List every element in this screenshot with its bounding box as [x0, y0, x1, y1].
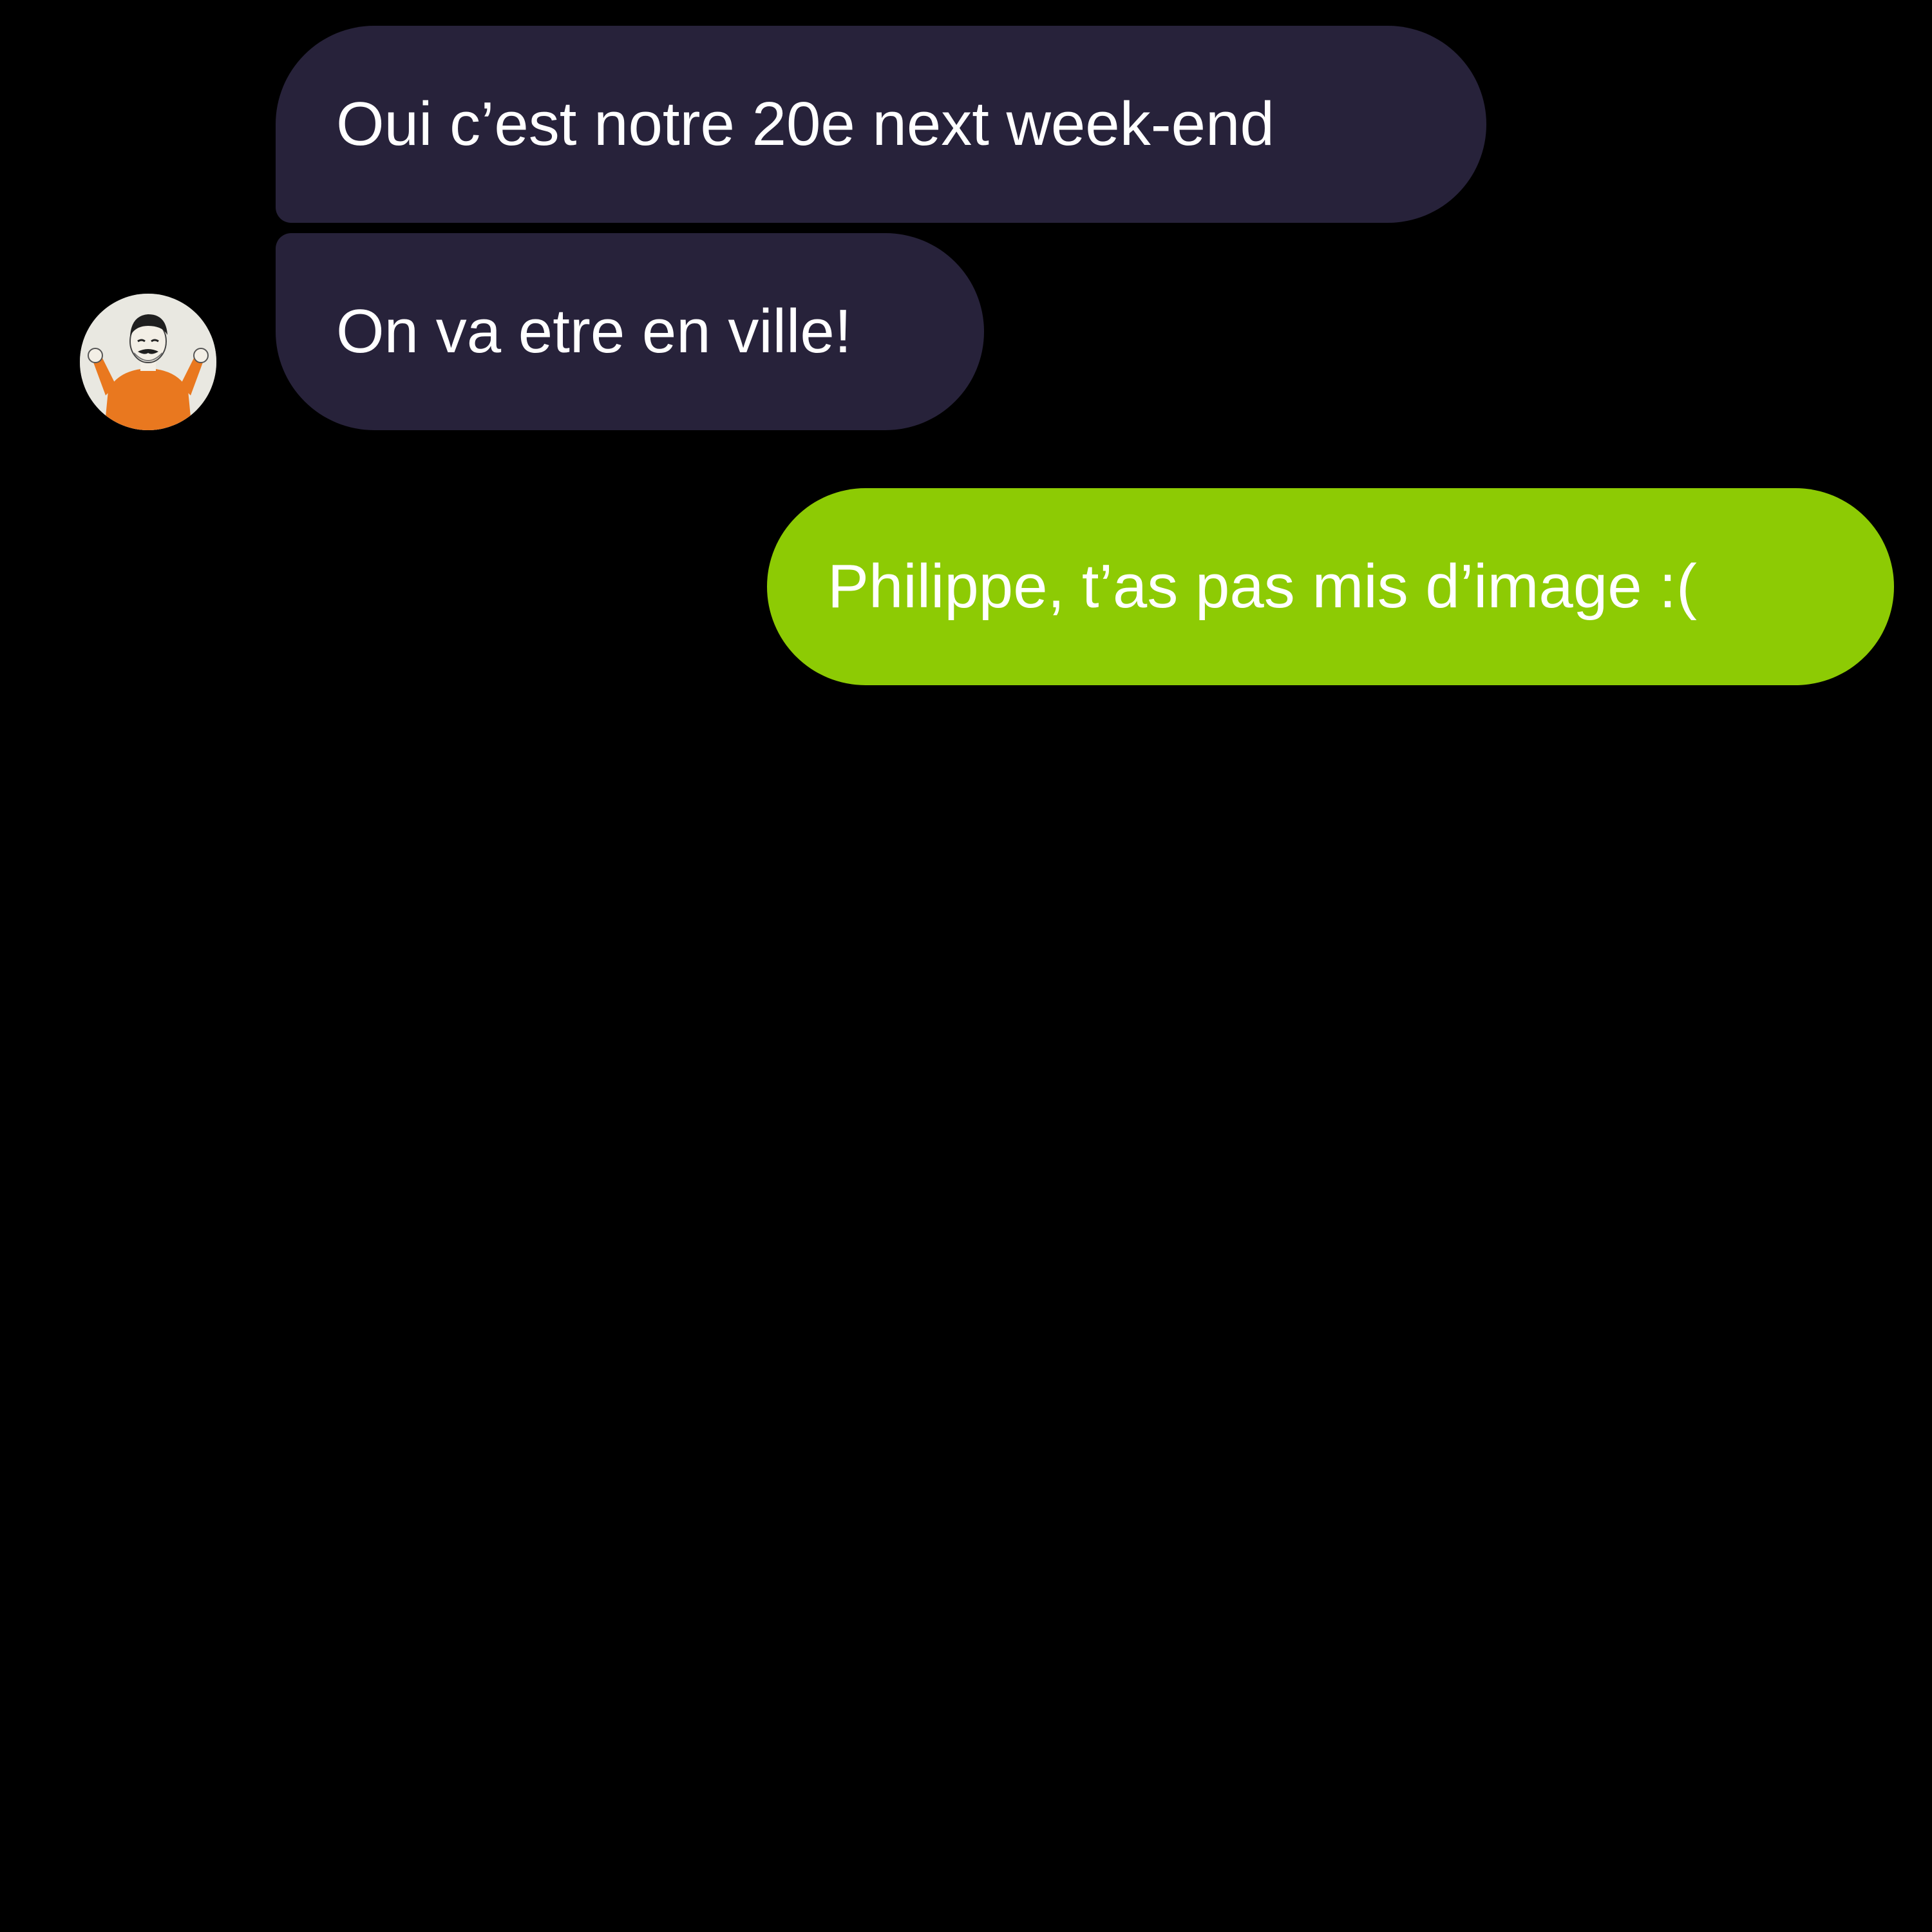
message-text: On va etre en ville! [336, 297, 852, 366]
incoming-message-bubble[interactable]: On va etre en ville! [276, 233, 984, 430]
person-shrugging-avatar-icon [80, 294, 216, 430]
sender-avatar[interactable] [80, 294, 216, 430]
incoming-message-bubble[interactable]: Oui c’est notre 20e next week-end [276, 26, 1486, 223]
message-text: Philippe, t’as pas mis d’image :( [828, 552, 1697, 621]
message-text: Oui c’est notre 20e next week-end [336, 90, 1274, 158]
outgoing-message-bubble[interactable]: Philippe, t’as pas mis d’image :( [767, 488, 1894, 685]
message-thread: Oui c’est notre 20e next week-end On va … [0, 0, 1932, 1932]
